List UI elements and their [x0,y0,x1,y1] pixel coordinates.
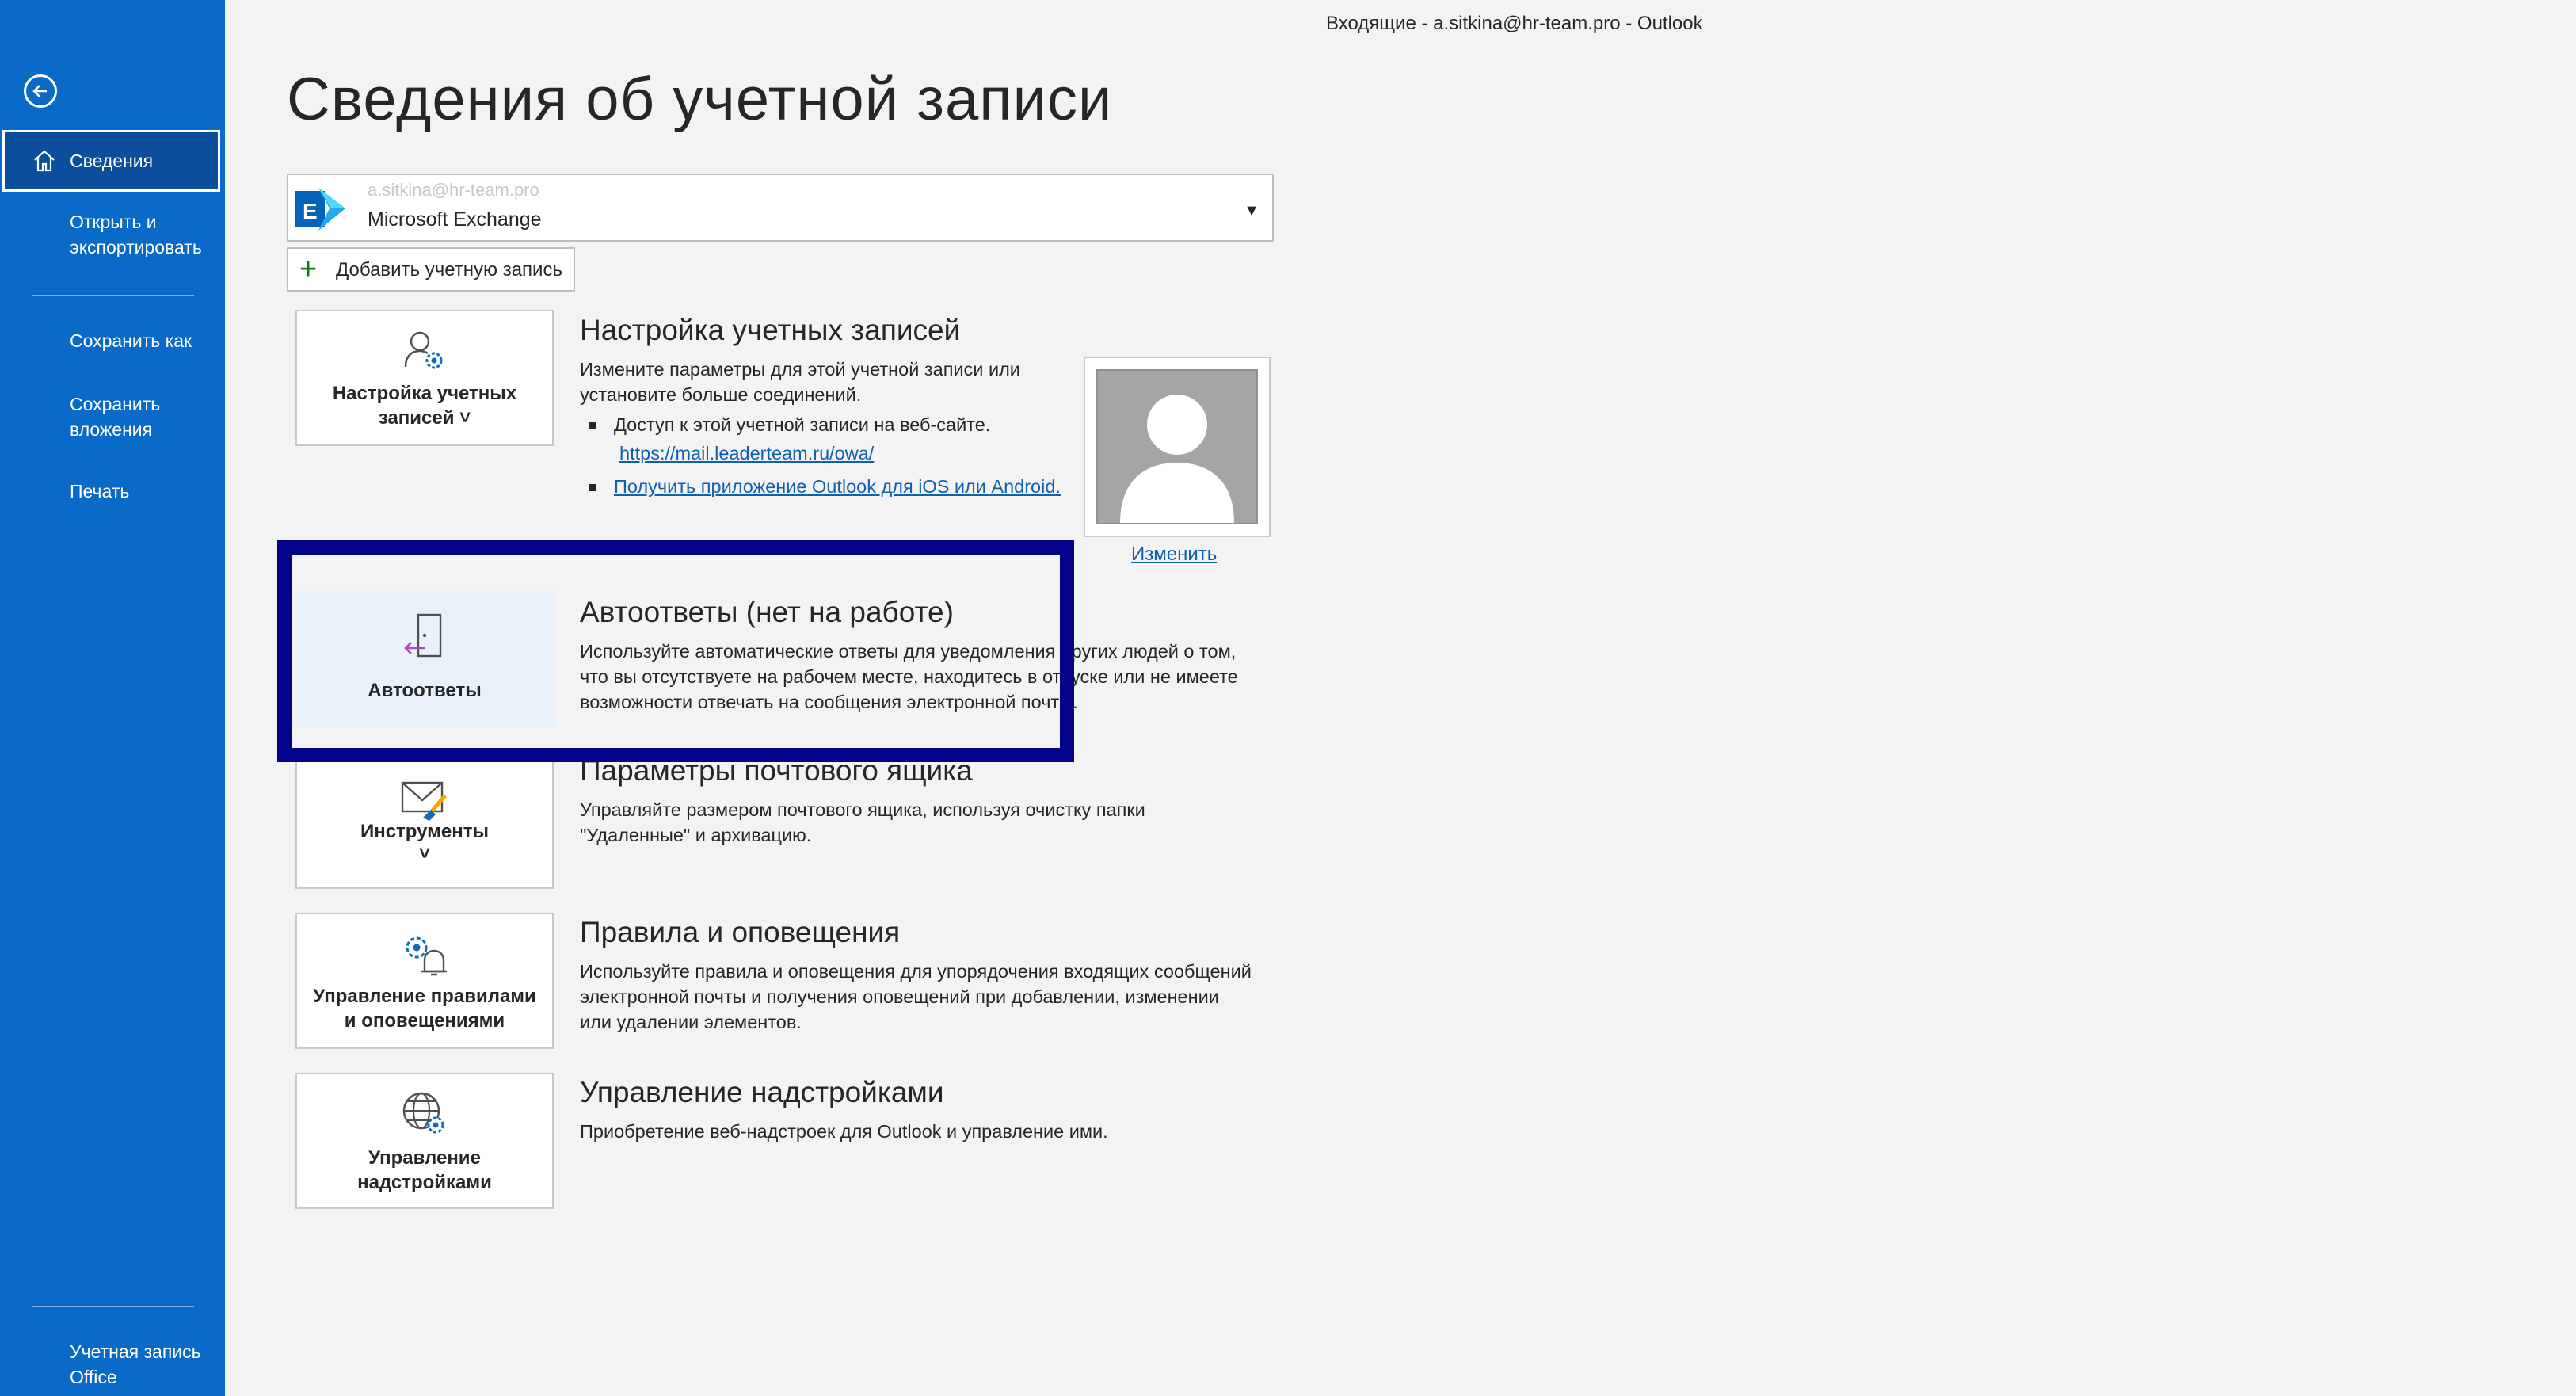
globe-gear-icon [402,1092,444,1134]
tools-tile[interactable]: Инструменты ˅ [295,753,554,889]
sidebar-item-label: Сведения [70,151,154,171]
sidebar-item-label: Открыть и экспортировать [70,212,202,257]
change-photo-link[interactable]: Изменить [1131,544,1217,566]
user-gear-icon [404,331,443,369]
tile-label: Управление правилами и оповещениями [313,986,536,1032]
owa-link[interactable]: https://mail.leaderteam.ru/owa/ [619,441,874,466]
account-dropdown[interactable]: E a.sitkina@hr-team.pro Microsoft Exchan… [287,174,1274,242]
sidebar-item-save-as[interactable]: Сохранить как [0,328,225,357]
mailbox-desc-2: "Удаленные" и архивацию. [580,825,812,845]
account-settings-desc-2: установите больше соединений. [580,384,862,405]
sidebar-item-label: Учетная запись Office [70,1341,201,1387]
auto-replies-desc-1: Используйте автоматические ответы для ув… [580,641,1237,662]
door-arrow-icon [404,613,442,658]
add-account-label: Добавить учетную запись [336,259,562,280]
mailbox-desc-1: Управляйте размером почтового ящика, исп… [580,799,1145,820]
auto-replies-tile[interactable]: Автоответы [295,591,554,727]
person-silhouette-icon [1120,395,1234,523]
sidebar-item-info[interactable]: Сведения [2,130,220,192]
rules-title: Правила и оповещения [580,916,901,948]
arrow-left-icon [32,85,47,97]
backstage-sidebar: Сведения Открыть и экспортировать Сохран… [0,0,225,1396]
exchange-icon: E [295,188,345,231]
account-settings-title: Настройка учетных записей [580,314,961,346]
account-settings-desc-1: Измените параметры для этой учетной запи… [580,359,1020,380]
account-settings-tile[interactable]: Настройка учетных записей ˅ [295,310,554,446]
bullet-get-app: Получить приложение Outlook для iOS или … [589,474,1061,499]
sidebar-item-label: Сохранить как [70,330,192,351]
mailbox-cleanup-icon [401,781,447,821]
sidebar-item-label: Печать [70,481,130,502]
chevron-down-icon: ▼ [1244,202,1259,219]
addins-desc-1: Приобретение веб-надстроек для Outlook и… [580,1121,1108,1142]
profile-photo [1084,357,1271,537]
page-title: Сведения об учетной записи [287,66,1113,133]
account-type: Microsoft Exchange [368,208,542,231]
tile-label: Настройка учетных записей ˅ [332,383,517,429]
sidebar-item-open-export[interactable]: Открыть и экспортировать [0,209,225,265]
rules-desc-3: или удалении элементов. [580,1012,802,1032]
back-button[interactable] [24,74,57,108]
rules-desc-2: электронной почты и получения оповещений… [580,986,1219,1007]
add-account-button[interactable]: + Добавить учетную запись [287,247,575,292]
sidebar-item-print[interactable]: Печать [0,479,225,507]
account-name: a.sitkina@hr-team.pro [368,180,539,200]
sidebar-divider [32,1306,194,1307]
plus-icon: + [299,253,318,286]
svg-text:E: E [303,199,318,223]
home-icon [34,150,55,172]
addins-tile[interactable]: Управление надстройками [295,1073,554,1209]
mailbox-title: Параметры почтового ящика [580,754,973,787]
tile-label: Управление надстройками [357,1147,492,1193]
bullet-web-access: Доступ к этой учетной записи на веб-сайт… [589,412,990,437]
sidebar-item-office-account[interactable]: Учетная запись Office [0,1339,225,1391]
auto-replies-desc-2: что вы отсутствуете на рабочем месте, на… [580,666,1238,687]
rules-desc-1: Используйте правила и оповещения для упо… [580,961,1252,982]
addins-title: Управление надстройками [580,1076,944,1108]
auto-replies-desc-3: возможности отвечать на сообщения электр… [580,692,1078,712]
sidebar-item-save-attachments[interactable]: Сохранить вложения [0,391,225,447]
sidebar-item-label: Сохранить вложения [70,394,161,440]
rules-bell-gear-icon [406,936,447,976]
get-app-link[interactable]: Получить приложение Outlook для iOS или … [614,476,1061,497]
tile-label: Автоответы [368,680,482,701]
rules-tile[interactable]: Управление правилами и оповещениями [295,913,554,1049]
window-title: Входящие - a.sitkina@hr-team.pro - Outlo… [1326,13,1703,34]
auto-replies-title: Автоответы (нет на работе) [580,596,954,628]
tile-label: Инструменты ˅ [360,821,490,864]
sidebar-divider [32,295,194,296]
